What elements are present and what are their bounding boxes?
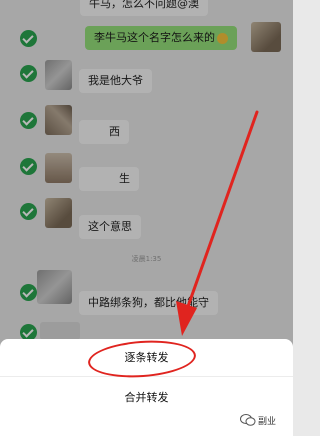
watermark-text: 副业	[258, 416, 277, 427]
merge-forward-button[interactable]: 合并转发	[0, 379, 293, 416]
watermark: 副业	[240, 413, 276, 427]
wechat-icon	[240, 414, 256, 426]
